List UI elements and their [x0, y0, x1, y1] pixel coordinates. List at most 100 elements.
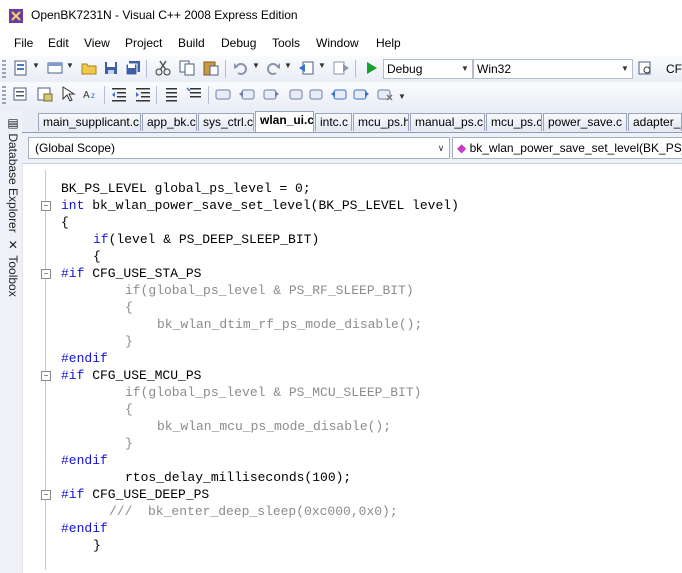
- code-line: #endif: [61, 520, 108, 537]
- cut-icon[interactable]: [154, 59, 172, 77]
- code-text: /// bk_enter_deep_sleep(0xc000,0x0);: [109, 504, 398, 519]
- code-keyword: #endif: [61, 351, 108, 366]
- quick-info-icon[interactable]: [60, 85, 78, 103]
- collapse-icon[interactable]: −: [41, 490, 51, 500]
- scope-select[interactable]: (Global Scope) ∨: [28, 137, 450, 159]
- clear-bookmarks-icon[interactable]: [376, 85, 394, 103]
- increase-indent-icon[interactable]: [134, 85, 152, 103]
- tab-manual-ps[interactable]: manual_ps.c: [410, 113, 485, 131]
- tab-power-save[interactable]: power_save.c: [543, 113, 627, 131]
- collapse-icon[interactable]: −: [41, 269, 51, 279]
- complete-word-icon[interactable]: Az: [82, 85, 100, 103]
- database-explorer-tab[interactable]: ▤ Database Explorer: [2, 116, 20, 233]
- menu-build[interactable]: Build: [178, 36, 205, 50]
- menu-edit[interactable]: Edit: [48, 36, 69, 50]
- code-text: {: [61, 215, 69, 230]
- tab-adapter[interactable]: adapter_p: [628, 113, 682, 131]
- next-bookmark-icon[interactable]: [262, 85, 280, 103]
- parameter-info-icon[interactable]: [36, 85, 54, 103]
- start-debugging-icon[interactable]: [362, 59, 380, 77]
- display-object-member-list-icon[interactable]: [12, 85, 30, 103]
- previous-bookmark-icon[interactable]: [238, 85, 256, 103]
- code-line: }: [125, 333, 133, 350]
- code-line: if(global_ps_level & PS_RF_SLEEP_BIT): [125, 282, 414, 299]
- menu-debug[interactable]: Debug: [221, 36, 256, 50]
- code-text: CFG_USE_STA_PS: [84, 266, 202, 281]
- menu-tools[interactable]: Tools: [272, 36, 300, 50]
- bookmark-icon[interactable]: [214, 85, 232, 103]
- previous-bookmark-doc-icon[interactable]: [330, 85, 348, 103]
- document-tab-strip: main_supplicant.c app_bk.c sys_ctrl.c wl…: [22, 110, 682, 133]
- find-text-value[interactable]: CFG: [666, 62, 682, 76]
- solution-config-select[interactable]: Debug ▼: [383, 59, 473, 79]
- outline-margin: [45, 170, 46, 570]
- chevron-down-icon[interactable]: ∨: [435, 140, 447, 156]
- chevron-down-icon[interactable]: ▼: [618, 60, 632, 78]
- previous-bookmark-folder-icon[interactable]: [286, 85, 304, 103]
- find-icon[interactable]: [636, 59, 654, 77]
- toolbox-icon: ✕: [6, 238, 20, 252]
- tab-main-supplicant[interactable]: main_supplicant.c: [38, 113, 141, 131]
- toolbar-grip[interactable]: [2, 86, 6, 104]
- tab-mcu-ps-c[interactable]: mcu_ps.c: [486, 113, 542, 131]
- open-icon[interactable]: [80, 59, 98, 77]
- menu-file[interactable]: File: [14, 36, 33, 50]
- code-keyword: #endif: [61, 453, 108, 468]
- code-keyword: #if: [61, 266, 85, 281]
- app-icon[interactable]: [8, 8, 24, 24]
- member-select[interactable]: ◆ bk_wlan_power_save_set_level(BK_PS_LE: [452, 137, 682, 159]
- toolbar-grip[interactable]: [2, 60, 6, 78]
- navigate-back-icon[interactable]: [298, 59, 316, 77]
- code-line: if(level & PS_DEEP_SLEEP_BIT): [93, 231, 319, 248]
- chevron-down-icon[interactable]: ▼: [252, 61, 260, 75]
- paste-icon[interactable]: [202, 59, 220, 77]
- chevron-down-icon[interactable]: ▼: [32, 61, 40, 75]
- side-panel: ▤ Database Explorer ✕ Toolbox: [0, 110, 23, 573]
- tab-sys-ctrl[interactable]: sys_ctrl.c: [198, 113, 254, 131]
- title-bar: OpenBK7231N - Visual C++ 2008 Express Ed…: [0, 0, 682, 32]
- add-item-icon[interactable]: [46, 59, 64, 77]
- database-explorer-label: Database Explorer: [6, 133, 20, 233]
- tab-app-bk[interactable]: app_bk.c: [142, 113, 197, 131]
- menu-project[interactable]: Project: [125, 36, 162, 50]
- menu-window[interactable]: Window: [316, 36, 359, 50]
- code-line: {: [93, 248, 101, 265]
- code-text: if(global_ps_level & PS_MCU_SLEEP_BIT): [125, 385, 422, 400]
- collapse-icon[interactable]: −: [41, 201, 51, 211]
- toolbar-separator: [156, 86, 157, 104]
- chevron-down-icon[interactable]: ▼: [284, 61, 292, 75]
- new-project-icon[interactable]: [12, 59, 30, 77]
- redo-icon[interactable]: [264, 59, 282, 77]
- solution-platform-select[interactable]: Win32 ▼: [473, 59, 633, 79]
- tab-wlan-ui[interactable]: wlan_ui.c: [255, 111, 314, 132]
- next-bookmark-folder-icon[interactable]: [308, 85, 326, 103]
- collapse-icon[interactable]: −: [41, 371, 51, 381]
- save-icon[interactable]: [102, 59, 120, 77]
- chevron-down-icon[interactable]: ▼: [66, 61, 74, 75]
- solution-platform-value: Win32: [477, 62, 512, 76]
- code-line: int bk_wlan_power_save_set_level(BK_PS_L…: [61, 197, 459, 214]
- code-text: (level & PS_DEEP_SLEEP_BIT): [108, 232, 320, 247]
- code-text: }: [93, 538, 101, 553]
- navigate-forward-icon[interactable]: [332, 59, 350, 77]
- tab-intc[interactable]: intc.c: [315, 113, 352, 131]
- uncomment-icon[interactable]: [186, 85, 204, 103]
- code-line: #if CFG_USE_STA_PS: [61, 265, 201, 282]
- menu-help[interactable]: Help: [376, 36, 401, 50]
- code-editor[interactable]: BK_PS_LEVEL global_ps_level = 0; int bk_w…: [22, 164, 682, 573]
- toolbar-options-icon[interactable]: ▼: [398, 92, 406, 106]
- next-bookmark-doc-icon[interactable]: [352, 85, 370, 103]
- menu-view[interactable]: View: [84, 36, 110, 50]
- chevron-down-icon[interactable]: ▼: [318, 61, 326, 75]
- copy-icon[interactable]: [178, 59, 196, 77]
- tab-mcu-ps-h[interactable]: mcu_ps.h: [353, 113, 409, 131]
- code-line: }: [93, 537, 101, 554]
- comment-out-icon[interactable]: [162, 85, 180, 103]
- decrease-indent-icon[interactable]: [110, 85, 128, 103]
- toolbar-separator: [104, 86, 105, 104]
- save-all-icon[interactable]: [124, 59, 142, 77]
- code-keyword: #if: [61, 487, 85, 502]
- chevron-down-icon[interactable]: ▼: [458, 60, 472, 78]
- toolbox-tab[interactable]: ✕ Toolbox: [2, 238, 20, 297]
- undo-icon[interactable]: [232, 59, 250, 77]
